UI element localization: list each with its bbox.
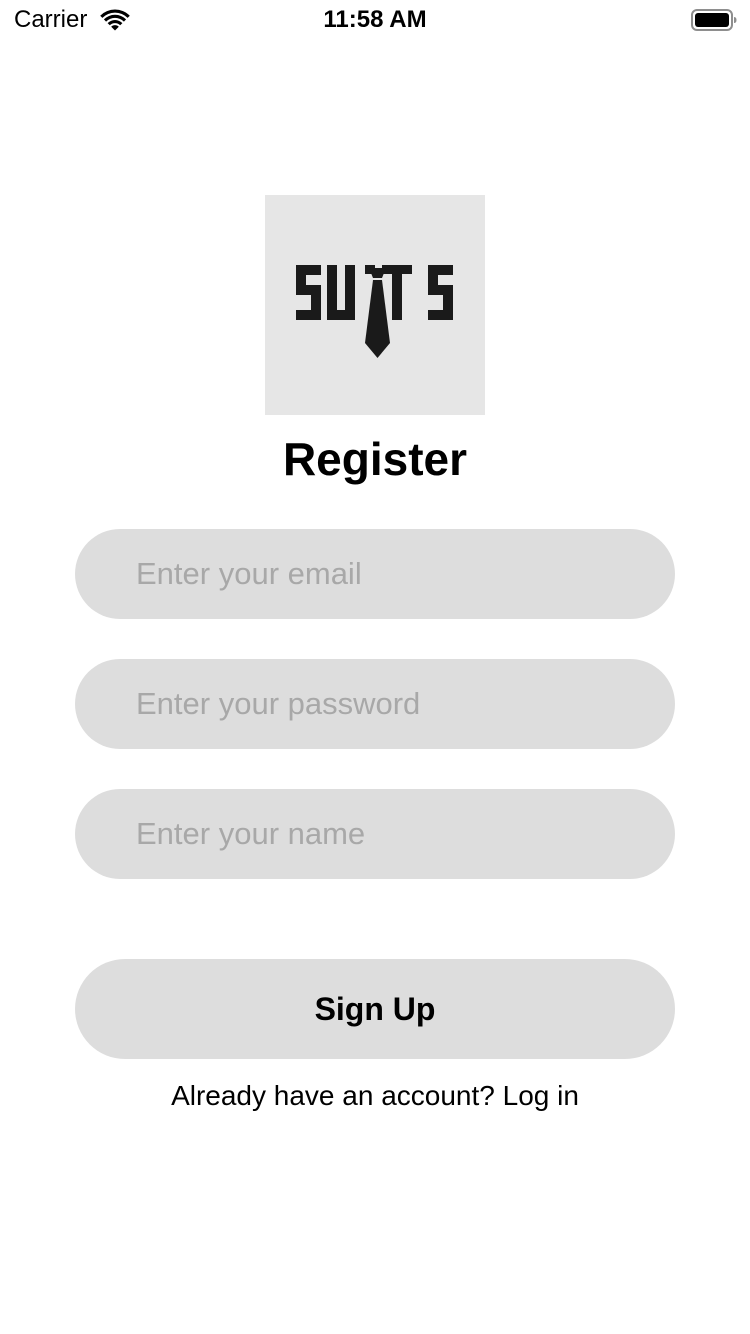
email-field[interactable]: [75, 529, 675, 619]
battery-icon: [691, 9, 737, 31]
clock: 11:58 AM: [323, 6, 427, 33]
status-bar: Carrier 11:58 AM: [0, 0, 750, 40]
page-title: Register: [282, 433, 468, 485]
tie-icon: [365, 268, 390, 358]
sign-up-button[interactable]: Sign Up: [75, 959, 675, 1059]
app-logo: [265, 195, 485, 415]
password-field[interactable]: [75, 659, 675, 749]
login-link[interactable]: Already have an account? Log in: [0, 1080, 750, 1112]
suits-logo-graphic: [296, 265, 453, 358]
name-field[interactable]: [75, 789, 675, 879]
